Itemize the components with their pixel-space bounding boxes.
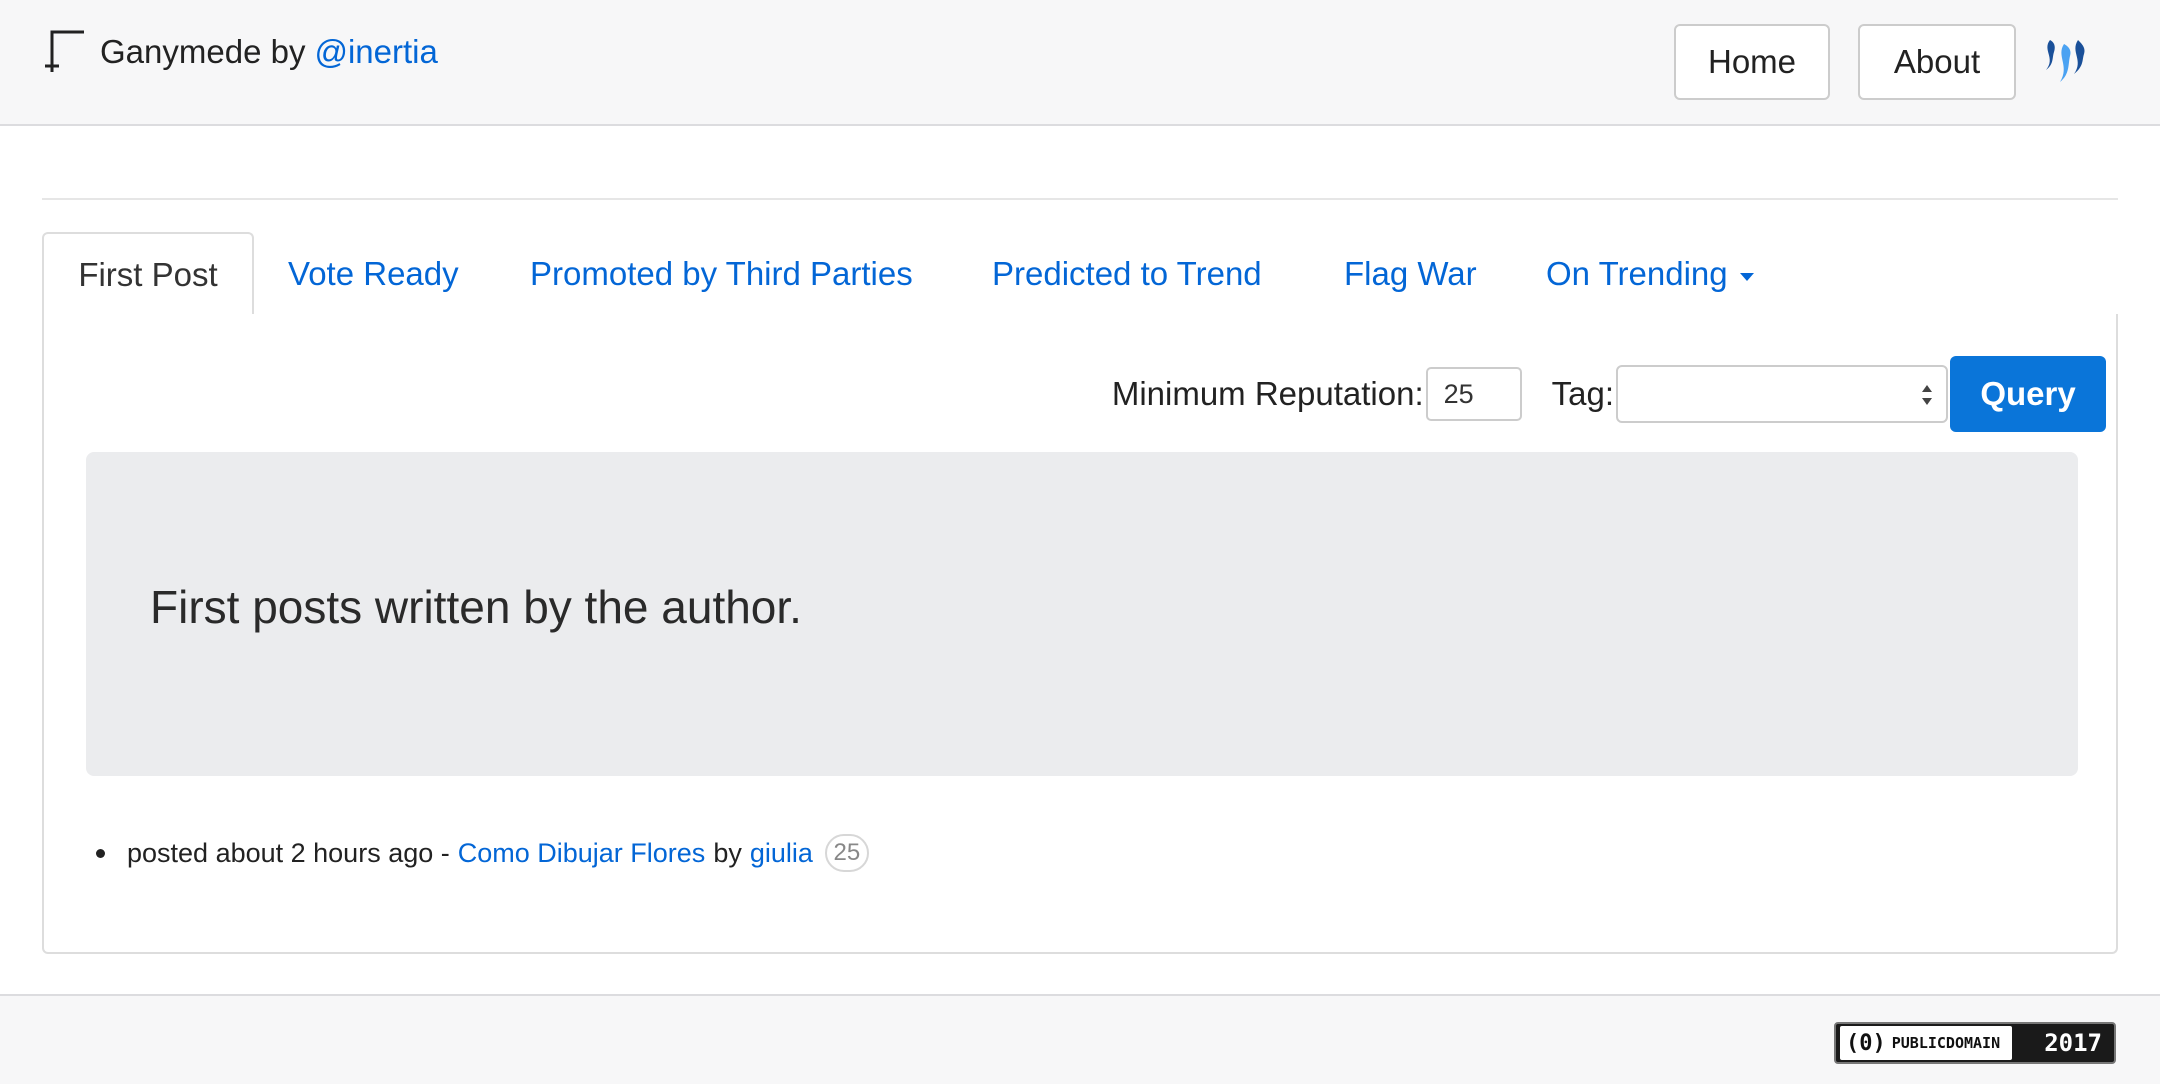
tag-select[interactable] bbox=[1616, 365, 1948, 423]
select-arrows-icon bbox=[1920, 381, 1934, 409]
reputation-badge: 25 bbox=[824, 834, 869, 872]
min-rep-label: Minimum Reputation: bbox=[1111, 375, 1424, 412]
caret-down-icon bbox=[1739, 273, 1754, 281]
tab-label: On Trending bbox=[1546, 255, 1728, 292]
post-list: posted about 2 hours ago - Como Dibujar … bbox=[96, 834, 869, 872]
brand-name: Ganymede by bbox=[100, 33, 306, 70]
post-title-link[interactable]: Como Dibujar Flores bbox=[458, 838, 706, 869]
post-by: by bbox=[713, 837, 742, 868]
tab-first-post[interactable]: First Post bbox=[42, 232, 254, 318]
steem-logo-icon[interactable] bbox=[2040, 36, 2090, 88]
min-rep-input[interactable] bbox=[1425, 367, 1522, 421]
filter-form: Minimum Reputation: Tag: Query bbox=[1112, 356, 2106, 432]
jumbotron-heading: First posts written by the author. bbox=[150, 581, 802, 633]
author-link[interactable]: @inertia bbox=[314, 33, 437, 71]
tab-label: First Post bbox=[78, 256, 218, 293]
post-author-link[interactable]: giulia bbox=[750, 838, 813, 869]
corner-bracket-icon bbox=[42, 28, 90, 76]
divider bbox=[42, 198, 2118, 200]
cc-mark: (0) bbox=[1846, 1030, 1886, 1056]
footer: (0) PUBLICDOMAIN 2017 bbox=[0, 994, 2160, 1084]
brand: Ganymede by @inertia bbox=[42, 28, 438, 76]
post-prefix: posted about 2 hours ago - bbox=[127, 837, 450, 868]
tab-flag-war[interactable]: Flag War bbox=[1344, 232, 1477, 316]
tab-predicted-to-trend[interactable]: Predicted to Trend bbox=[992, 232, 1262, 316]
tab-panel: Minimum Reputation: Tag: Query First pos… bbox=[42, 314, 2118, 954]
jumbotron: First posts written by the author. bbox=[86, 452, 2078, 776]
top-navbar: Ganymede by @inertia Home About bbox=[0, 0, 2160, 126]
tab-promoted-by-third-parties[interactable]: Promoted by Third Parties bbox=[530, 232, 913, 316]
tab-vote-ready[interactable]: Vote Ready bbox=[288, 232, 459, 316]
tab-bar: First Post Vote Ready Promoted by Third … bbox=[42, 232, 2118, 318]
public-domain-badge[interactable]: (0) PUBLICDOMAIN 2017 bbox=[1834, 1022, 2116, 1064]
home-button[interactable]: Home bbox=[1674, 24, 1830, 100]
about-button[interactable]: About bbox=[1858, 24, 2016, 100]
tag-label: Tag: bbox=[1551, 375, 1614, 412]
cc-zero-icon: (0) PUBLICDOMAIN bbox=[1840, 1026, 2012, 1060]
tab-on-trending[interactable]: On Trending bbox=[1546, 232, 1754, 316]
license-year: 2017 bbox=[2044, 1029, 2102, 1057]
list-item: posted about 2 hours ago - Como Dibujar … bbox=[96, 834, 869, 872]
bullet bbox=[96, 848, 105, 858]
query-button[interactable]: Query bbox=[1950, 356, 2106, 432]
license-text: PUBLICDOMAIN bbox=[1891, 1034, 2001, 1052]
